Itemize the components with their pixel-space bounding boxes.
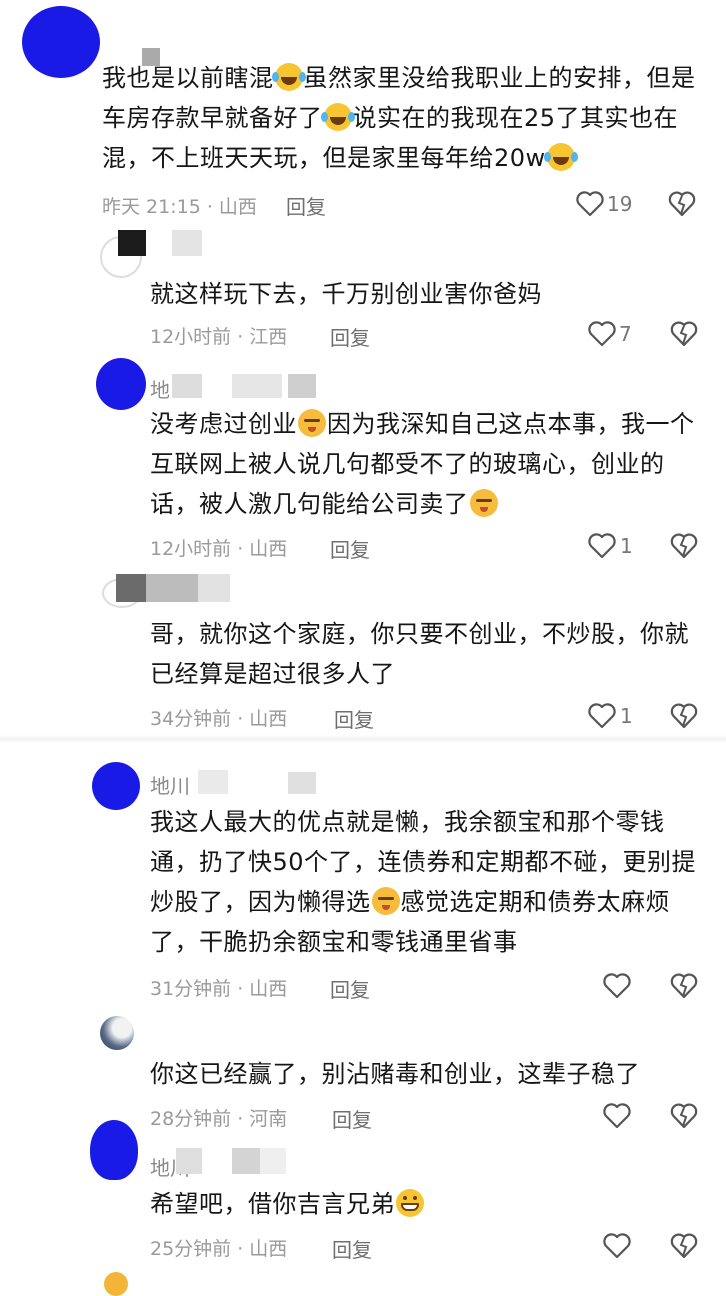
blurred-username bbox=[288, 374, 316, 398]
reply-button[interactable]: 回复 bbox=[330, 534, 370, 563]
smirk-emoji bbox=[469, 489, 498, 517]
heart-outline-icon[interactable] bbox=[575, 190, 605, 218]
reply-button[interactable]: 回复 bbox=[334, 704, 374, 733]
tears-of-joy-emoji bbox=[320, 103, 352, 131]
blurred-username bbox=[176, 1148, 202, 1174]
comment-text: 你这已经赢了，别沾赌毒和创业，这辈子稳了 bbox=[150, 1060, 640, 1088]
heart-outline-icon[interactable] bbox=[587, 320, 617, 348]
comment-time-location: 28分钟前 · 河南 bbox=[150, 1108, 288, 1130]
broken-heart-icon[interactable] bbox=[668, 190, 696, 218]
comment-text: 我也是以前瞎混 虽然家里没给我职业上的安排，但是车房存款早就备好了 说实在的我现在2… bbox=[102, 63, 696, 172]
like-count: 7 bbox=[619, 322, 632, 346]
comment-text: 没考虑过创业 因为我深知自己这点本事，我一个互联网上被人说几句都受不了的玻璃心，创… bbox=[150, 409, 695, 518]
screenshot-seam bbox=[0, 735, 726, 743]
username: 地 bbox=[150, 378, 170, 402]
smirk-emoji bbox=[298, 409, 326, 437]
comment-time-location: 31分钟前 · 山西 bbox=[150, 978, 288, 1000]
comment-text: 哥，就你这个家庭，你只要不创业，不炒股，你就已经算是超过很多人了 bbox=[150, 620, 689, 688]
heart-outline-icon[interactable] bbox=[602, 1232, 632, 1260]
broken-heart-icon[interactable] bbox=[670, 320, 698, 348]
blurred-username bbox=[116, 574, 146, 602]
avatar[interactable] bbox=[104, 1272, 128, 1296]
broken-heart-icon[interactable] bbox=[670, 1102, 698, 1130]
blurred-username bbox=[146, 574, 198, 602]
comment-text: 我这人最大的优点就是懒，我余额宝和那个零钱通，扔了快50个了，连债券和定期都不碰… bbox=[150, 808, 697, 956]
comment-time-location: 12小时前 · 江西 bbox=[150, 326, 288, 348]
avatar[interactable] bbox=[90, 1120, 138, 1180]
blurred-username bbox=[198, 770, 228, 794]
comment-time-location: 25分钟前 · 山西 bbox=[150, 1238, 288, 1260]
broken-heart-icon[interactable] bbox=[670, 532, 698, 560]
broken-heart-icon[interactable] bbox=[670, 972, 698, 1000]
comment-time-location: 34分钟前 · 山西 bbox=[150, 708, 288, 730]
smirk-emoji bbox=[371, 887, 400, 915]
like-count: 1 bbox=[620, 704, 633, 728]
heart-outline-icon[interactable] bbox=[587, 702, 617, 730]
comment-text: 就这样玩下去，千万别创业害你爸妈 bbox=[150, 280, 542, 308]
avatar[interactable] bbox=[22, 6, 100, 78]
blurred-username bbox=[232, 374, 282, 398]
broken-heart-icon[interactable] bbox=[670, 1232, 698, 1260]
heart-outline-icon[interactable] bbox=[602, 972, 632, 1000]
like-count: 19 bbox=[607, 192, 633, 216]
reply-button[interactable]: 回复 bbox=[330, 974, 370, 1003]
comment-text: 希望吧，借你吉言兄弟 bbox=[150, 1184, 700, 1224]
reply-button[interactable]: 回复 bbox=[332, 1104, 372, 1133]
blurred-username bbox=[288, 772, 316, 794]
comment-time-location: 昨天 21:15 · 山西 bbox=[102, 196, 257, 218]
avatar[interactable] bbox=[100, 1016, 134, 1050]
blurred-username bbox=[118, 230, 146, 256]
blurred-username bbox=[260, 1148, 286, 1174]
avatar[interactable] bbox=[92, 762, 140, 810]
grin-emoji bbox=[396, 1189, 424, 1217]
reply-button[interactable]: 回复 bbox=[332, 1234, 372, 1263]
tears-of-joy-emoji bbox=[543, 143, 575, 171]
avatar[interactable] bbox=[96, 358, 146, 410]
username: 地川 bbox=[150, 774, 190, 798]
reply-button[interactable]: 回复 bbox=[330, 322, 370, 351]
blurred-username bbox=[172, 230, 202, 256]
blurred-username bbox=[198, 574, 230, 602]
blurred-username bbox=[232, 1148, 260, 1174]
tears-of-joy-emoji bbox=[271, 63, 303, 91]
comment-time-location: 12小时前 · 山西 bbox=[150, 538, 288, 560]
blurred-username bbox=[172, 374, 202, 398]
heart-outline-icon[interactable] bbox=[587, 532, 617, 560]
reply-button[interactable]: 回复 bbox=[286, 191, 326, 220]
like-count: 1 bbox=[620, 534, 633, 558]
heart-outline-icon[interactable] bbox=[602, 1102, 632, 1130]
broken-heart-icon[interactable] bbox=[670, 702, 698, 730]
